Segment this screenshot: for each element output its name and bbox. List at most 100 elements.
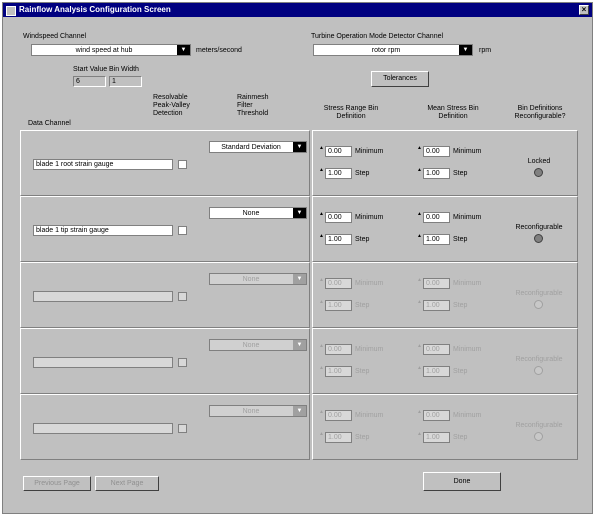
- mean-step-spinner[interactable]: ▲▼: [417, 300, 427, 311]
- mean-minimum-field[interactable]: 0.00: [423, 344, 450, 355]
- mean-step-spinner[interactable]: ▲▼: [417, 168, 427, 179]
- rainflow-config-window: Rainflow Analysis Configuration Screen ×…: [2, 2, 593, 514]
- mean-step-spinner[interactable]: ▲▼: [417, 366, 427, 377]
- range-min-spinner[interactable]: ▲▼: [319, 344, 329, 355]
- filter-threshold-value: None: [242, 276, 260, 283]
- range-minimum-field[interactable]: 0.00: [325, 410, 352, 421]
- mean-minimum-field[interactable]: 0.00: [423, 146, 450, 157]
- tolerances-button[interactable]: Tolerances: [371, 71, 429, 87]
- bin-status-indicator[interactable]: [534, 432, 543, 441]
- bin-status-indicator[interactable]: [534, 300, 543, 309]
- mean-step-field[interactable]: 1.00: [423, 300, 450, 311]
- data-channel-field[interactable]: [33, 357, 173, 368]
- peak-valley-checkbox[interactable]: [178, 160, 187, 169]
- mean-minimum-field[interactable]: 0.00: [423, 212, 450, 223]
- close-button[interactable]: ×: [579, 5, 589, 15]
- mean-min-spinner[interactable]: ▲▼: [417, 146, 427, 157]
- filter-threshold-select[interactable]: None ▼: [209, 339, 307, 351]
- chevron-down-icon: ▼: [293, 340, 306, 350]
- range-minimum-field[interactable]: 0.00: [325, 278, 352, 289]
- bin-status-indicator[interactable]: [534, 366, 543, 375]
- turbine-mode-select[interactable]: rotor rpm ▼: [313, 44, 473, 56]
- range-minimum-label: Minimum: [355, 148, 384, 155]
- filter-threshold-value: Standard Deviation: [221, 144, 281, 151]
- bin-status-label: Reconfigurable: [515, 422, 563, 429]
- title-bar: Rainflow Analysis Configuration Screen ×: [3, 3, 592, 17]
- windspeed-channel-label: Windspeed Channel: [23, 33, 87, 40]
- chevron-down-icon: ▼: [177, 45, 190, 55]
- range-min-spinner[interactable]: ▲▼: [319, 278, 329, 289]
- range-step-spinner[interactable]: ▲▼: [319, 300, 329, 311]
- data-channel-field[interactable]: blade 1 tip strain gauge: [33, 225, 173, 236]
- filter-threshold-select[interactable]: None ▼: [209, 405, 307, 417]
- mean-min-spinner[interactable]: ▲▼: [417, 410, 427, 421]
- header-stress-range: Stress Range Bin Definition: [323, 105, 379, 120]
- bin-width-field[interactable]: 1: [109, 76, 142, 87]
- bin-status-label: Reconfigurable: [515, 356, 563, 363]
- bin-status-indicator[interactable]: [534, 168, 543, 177]
- mean-step-spinner[interactable]: ▲▼: [417, 432, 427, 443]
- chevron-down-icon: ▼: [293, 142, 306, 152]
- header-data-channel: Data Channel: [28, 120, 71, 127]
- range-step-spinner[interactable]: ▲▼: [319, 168, 329, 179]
- range-min-spinner[interactable]: ▲▼: [319, 212, 329, 223]
- mean-minimum-field[interactable]: 0.00: [423, 410, 450, 421]
- header-mean-stress: Mean Stress Bin Definition: [427, 105, 479, 120]
- peak-valley-checkbox[interactable]: [178, 424, 187, 433]
- filter-threshold-value: None: [242, 342, 260, 349]
- range-min-spinner[interactable]: ▲▼: [319, 410, 329, 421]
- mean-min-spinner[interactable]: ▲▼: [417, 212, 427, 223]
- mean-step-field[interactable]: 1.00: [423, 366, 450, 377]
- data-channel-field[interactable]: [33, 423, 173, 434]
- filter-threshold-select[interactable]: None ▼: [209, 207, 307, 219]
- mean-step-label: Step: [453, 236, 468, 243]
- turbine-units: rpm: [479, 47, 492, 54]
- range-min-spinner[interactable]: ▲▼: [319, 146, 329, 157]
- next-page-button[interactable]: Next Page: [95, 476, 159, 491]
- mean-step-spinner[interactable]: ▲▼: [417, 234, 427, 245]
- peak-valley-checkbox[interactable]: [178, 226, 187, 235]
- range-minimum-field[interactable]: 0.00: [325, 146, 352, 157]
- range-step-label: Step: [355, 434, 370, 441]
- data-channel-field[interactable]: [33, 291, 173, 302]
- start-value-field[interactable]: 6: [73, 76, 106, 87]
- mean-step-field[interactable]: 1.00: [423, 168, 450, 179]
- range-step-label: Step: [355, 236, 370, 243]
- mean-min-spinner[interactable]: ▲▼: [417, 344, 427, 355]
- range-minimum-field[interactable]: 0.00: [325, 344, 352, 355]
- range-step-field[interactable]: 1.00: [325, 234, 352, 245]
- peak-valley-checkbox[interactable]: [178, 358, 187, 367]
- filter-threshold-value: None: [242, 210, 260, 217]
- mean-step-label: Step: [453, 170, 468, 177]
- range-step-spinner[interactable]: ▲▼: [319, 234, 329, 245]
- mean-step-label: Step: [453, 368, 468, 375]
- filter-threshold-select[interactable]: Standard Deviation ▼: [209, 141, 307, 153]
- mean-step-field[interactable]: 1.00: [423, 234, 450, 245]
- range-step-field[interactable]: 1.00: [325, 366, 352, 377]
- header-peak-valley: Resolvable Peak-Valley Detection: [153, 94, 190, 117]
- range-minimum-field[interactable]: 0.00: [325, 212, 352, 223]
- peak-valley-checkbox[interactable]: [178, 292, 187, 301]
- mean-step-label: Step: [453, 434, 468, 441]
- app-icon: [6, 6, 16, 16]
- range-step-field[interactable]: 1.00: [325, 300, 352, 311]
- windspeed-units: meters/second: [196, 47, 242, 54]
- data-channel-field[interactable]: blade 1 root strain gauge: [33, 159, 173, 170]
- mean-minimum-field[interactable]: 0.00: [423, 278, 450, 289]
- mean-minimum-label: Minimum: [453, 148, 482, 155]
- mean-min-spinner[interactable]: ▲▼: [417, 278, 427, 289]
- turbine-mode-value: rotor rpm: [371, 47, 401, 54]
- mean-step-field[interactable]: 1.00: [423, 432, 450, 443]
- windspeed-channel-select[interactable]: wind speed at hub ▼: [31, 44, 191, 56]
- range-step-spinner[interactable]: ▲▼: [319, 432, 329, 443]
- filter-threshold-select[interactable]: None ▼: [209, 273, 307, 285]
- range-step-field[interactable]: 1.00: [325, 432, 352, 443]
- range-step-field[interactable]: 1.00: [325, 168, 352, 179]
- mean-minimum-label: Minimum: [453, 412, 482, 419]
- range-step-spinner[interactable]: ▲▼: [319, 366, 329, 377]
- bin-status-label: Reconfigurable: [515, 224, 563, 231]
- bin-status-indicator[interactable]: [534, 234, 543, 243]
- window-title: Rainflow Analysis Configuration Screen: [19, 5, 171, 14]
- done-button[interactable]: Done: [423, 472, 501, 491]
- previous-page-button[interactable]: Previous Page: [23, 476, 91, 491]
